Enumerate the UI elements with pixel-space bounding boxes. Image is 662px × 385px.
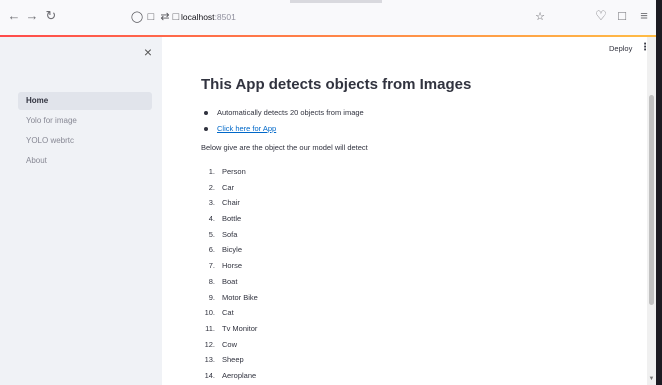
browser-toolbar: ← → ↻ ◯ □ ⇄ □ localhost:8501 ☆ ♡ □ ≡	[0, 0, 662, 36]
list-number: 11.	[205, 323, 215, 333]
object-list: 1. Person 2. Car 3. Chair 4. Bottle 5. Sofa 6…	[201, 164, 258, 384]
list-number: 6.	[208, 245, 215, 255]
shield-icon[interactable]: ◯	[130, 10, 144, 24]
object-name: Aeroplane	[222, 370, 257, 380]
list-item: 2. Car	[201, 180, 258, 196]
list-number: 1.	[208, 167, 215, 176]
feature-text: Automatically detects 20 objects from im…	[217, 108, 364, 117]
list-number: 2.	[208, 182, 215, 192]
object-name: Chair	[222, 198, 240, 208]
tab-strip-edge	[290, 0, 382, 3]
list-number: 3.	[208, 198, 215, 208]
page-icon[interactable]: □	[144, 10, 158, 24]
window-edge	[656, 0, 662, 385]
list-item: 6. Bicyle	[201, 242, 258, 258]
puzzle-icon[interactable]: □	[614, 8, 630, 24]
object-name: Car	[222, 182, 235, 192]
main-content: Deploy ⋮ This App detects objects from I…	[162, 37, 650, 385]
sidebar-item-yolo-webrtc[interactable]: YOLO webrtc	[18, 132, 152, 150]
object-name: Boat	[222, 276, 238, 286]
object-name: Person	[222, 167, 246, 176]
chevron-down-icon[interactable]: ▼	[648, 375, 655, 383]
url-text[interactable]: localhost:8501	[181, 10, 236, 24]
object-name: Sheep	[222, 355, 244, 365]
sidebar-item-about[interactable]: About	[18, 152, 152, 170]
page-title: This App detects objects from Images	[201, 76, 472, 93]
list-item: 9. Motor Bike	[201, 290, 258, 306]
list-number: 8.	[208, 276, 215, 286]
arrow-left-icon[interactable]: ←	[6, 8, 22, 24]
sidebar: × Home Yolo for image YOLO webrtc About	[0, 37, 162, 385]
object-name: Cow	[222, 339, 238, 349]
list-item: 1. Person	[201, 164, 258, 180]
object-name: Sofa	[222, 229, 238, 239]
deploy-button[interactable]: Deploy	[609, 44, 632, 53]
list-item: 11. Tv Monitor	[201, 321, 258, 337]
object-name: Bottle	[222, 214, 242, 224]
list-item: 7. Horse	[201, 258, 258, 274]
list-number: 5.	[208, 229, 215, 239]
list-item: 13. Sheep	[201, 352, 258, 368]
list-item: 12. Cow	[201, 337, 258, 353]
sidebar-item-home[interactable]: Home	[18, 92, 152, 110]
list-number: 13.	[204, 355, 215, 365]
address-bar[interactable]: ◯ □ ⇄ □ localhost:8501 ☆	[130, 7, 554, 29]
close-icon[interactable]: ×	[141, 45, 155, 59]
object-name: Tv Monitor	[222, 323, 258, 333]
list-item: 4. Bottle	[201, 211, 258, 227]
object-name: Horse	[222, 261, 243, 271]
list-number: 10.	[204, 308, 215, 318]
list-item: 5. Sofa	[201, 227, 258, 243]
hamburger-icon[interactable]: ≡	[636, 8, 652, 24]
sidebar-item-yolo-for-image[interactable]: Yolo for image	[18, 112, 152, 130]
list-item: 14. Aeroplane	[201, 368, 258, 384]
star-icon[interactable]: ☆	[533, 10, 547, 24]
feature-item: Click here for App	[201, 121, 364, 137]
list-item: 8. Boat	[201, 274, 258, 290]
feature-item: Automatically detects 20 objects from im…	[201, 105, 364, 121]
object-name: Motor Bike	[222, 292, 258, 302]
list-number: 14.	[204, 370, 215, 380]
reload-icon[interactable]: ↻	[43, 8, 59, 24]
list-item: 3. Chair	[201, 195, 258, 211]
pocket-icon[interactable]: ♡	[593, 8, 609, 24]
scrollbar-thumb[interactable]	[649, 95, 654, 305]
list-item: 10. Cat	[201, 305, 258, 321]
list-number: 7.	[208, 261, 215, 271]
feature-list: Automatically detects 20 objects from im…	[201, 105, 364, 137]
vertical-scrollbar[interactable]: ▼	[647, 37, 656, 385]
object-name: Bicyle	[222, 245, 243, 255]
list-number: 12.	[204, 339, 215, 349]
intro-text: Below give are the object the our model …	[201, 143, 368, 152]
browser-window: ← → ↻ ◯ □ ⇄ □ localhost:8501 ☆ ♡ □ ≡ × H…	[0, 0, 662, 385]
url-port: :8501	[214, 12, 236, 22]
object-name: Cat	[222, 308, 234, 318]
app-link[interactable]: Click here for App	[217, 124, 276, 133]
url-host: localhost	[181, 12, 215, 22]
list-number: 4.	[208, 214, 215, 224]
arrow-right-icon[interactable]: →	[24, 8, 40, 24]
list-number: 9.	[208, 292, 215, 302]
